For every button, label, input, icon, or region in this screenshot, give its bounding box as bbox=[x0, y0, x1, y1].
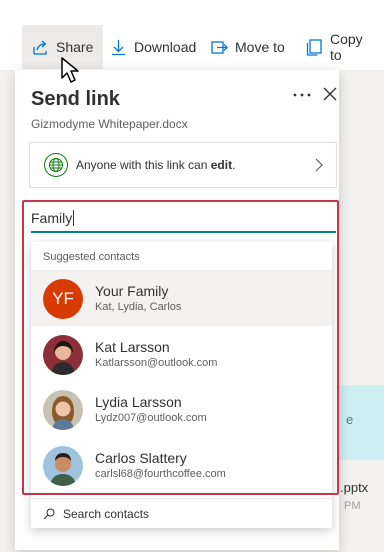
search-contacts-label: Search contacts bbox=[63, 506, 150, 521]
contact-name: Your Family bbox=[95, 283, 169, 299]
command-bar: Share Download Move to Copy to bbox=[0, 0, 384, 71]
move-to-label: Move to bbox=[235, 39, 285, 55]
background-tile-letter: e bbox=[346, 412, 354, 427]
contact-detail: Katlarsson@outlook.com bbox=[95, 357, 218, 369]
avatar bbox=[43, 389, 83, 430]
contact-kat-larsson[interactable]: Kat Larsson Katlarsson@outlook.com bbox=[31, 327, 332, 382]
recipient-input[interactable]: Family bbox=[31, 205, 336, 233]
link-permission-setting[interactable]: Anyone with this link can edit. bbox=[29, 142, 337, 188]
avatar bbox=[43, 334, 83, 375]
copy-to-label: Copy to bbox=[330, 31, 363, 63]
mouse-cursor-icon bbox=[61, 57, 79, 83]
background-time: PM bbox=[344, 500, 361, 512]
download-label: Download bbox=[134, 39, 197, 55]
close-icon[interactable] bbox=[320, 84, 340, 104]
permission-text: Anyone with this link can edit. bbox=[76, 158, 235, 172]
share-label: Share bbox=[56, 39, 94, 55]
file-name: Gizmodyme Whitepaper.docx bbox=[31, 117, 188, 131]
background-file-ext: .pptx bbox=[340, 480, 369, 495]
copy-to-icon bbox=[306, 38, 322, 56]
contact-lydia-larsson[interactable]: Lydia Larsson Lydz007@outlook.com bbox=[31, 382, 332, 437]
avatar: YF bbox=[43, 278, 83, 319]
panel-title: Send link bbox=[31, 88, 120, 110]
search-icon bbox=[43, 508, 55, 519]
contact-detail: Lydz007@outlook.com bbox=[95, 412, 207, 424]
text-caret bbox=[73, 210, 75, 226]
contact-your-family[interactable]: YF Your Family Kat, Lydia, Carlos bbox=[31, 271, 332, 326]
search-contacts-button[interactable]: Search contacts bbox=[31, 498, 332, 528]
copy-to-button[interactable]: Copy to bbox=[298, 25, 384, 69]
share-icon bbox=[33, 40, 47, 55]
suggested-contacts-dropdown: Suggested contacts YF Your Family Kat, L… bbox=[31, 242, 332, 528]
permission-suffix: . bbox=[232, 158, 236, 172]
contact-detail: Kat, Lydia, Carlos bbox=[95, 301, 182, 313]
contact-name: Kat Larsson bbox=[95, 339, 170, 355]
move-to-button[interactable]: Move to bbox=[203, 25, 293, 69]
contact-carlos-slattery[interactable]: Carlos Slattery carlsl68@fourthcoffee.co… bbox=[31, 438, 332, 493]
globe-icon bbox=[44, 153, 68, 177]
download-button[interactable]: Download bbox=[102, 25, 204, 69]
background-file-tile[interactable] bbox=[338, 385, 384, 460]
chevron-right-icon bbox=[315, 158, 323, 172]
more-icon[interactable] bbox=[291, 84, 313, 106]
recipient-value: Family bbox=[31, 210, 73, 226]
contact-detail: carlsl68@fourthcoffee.com bbox=[95, 468, 226, 480]
permission-prefix: Anyone with this link can bbox=[76, 158, 211, 172]
move-to-icon bbox=[211, 40, 228, 54]
permission-level: edit bbox=[210, 158, 233, 172]
contact-name: Lydia Larsson bbox=[95, 394, 182, 410]
download-icon bbox=[112, 39, 125, 55]
contact-name: Carlos Slattery bbox=[95, 450, 187, 466]
suggested-contacts-header: Suggested contacts bbox=[43, 251, 140, 263]
avatar bbox=[43, 445, 83, 486]
